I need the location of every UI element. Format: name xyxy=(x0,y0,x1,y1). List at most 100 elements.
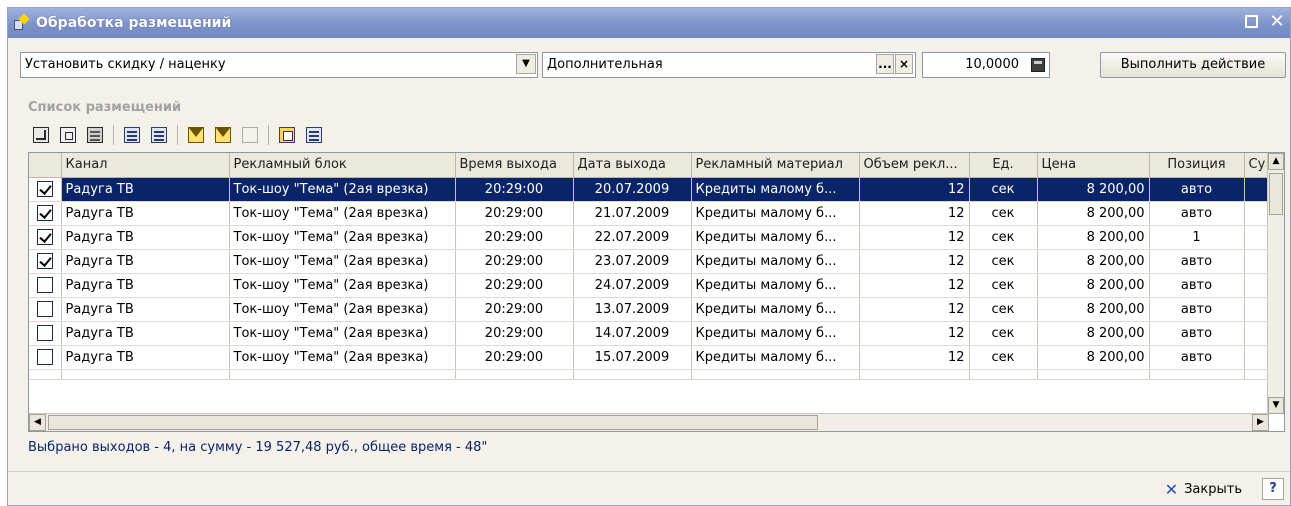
cell-sum xyxy=(1244,177,1271,202)
calculator-icon[interactable] xyxy=(1031,58,1045,72)
cell-channel: Радуга ТВ xyxy=(61,321,230,346)
header-block[interactable]: Рекламный блок xyxy=(229,153,456,178)
row-checkbox-cell[interactable] xyxy=(29,201,62,226)
header-position[interactable]: Позиция xyxy=(1149,153,1245,178)
app-icon xyxy=(12,13,30,32)
row-checkbox[interactable] xyxy=(36,325,53,341)
header-unit[interactable]: Ед. xyxy=(969,153,1038,178)
cell-date: 20.07.2009 xyxy=(573,177,692,202)
select-button[interactable]: ... xyxy=(876,54,894,74)
header-date[interactable]: Дата выхода xyxy=(573,153,692,178)
amount-field[interactable]: 10,0000 xyxy=(922,52,1050,78)
cell-channel: Радуга ТВ xyxy=(61,225,230,250)
cell-sum xyxy=(1244,297,1271,322)
row-checkbox[interactable] xyxy=(36,277,53,293)
cell-position: авто xyxy=(1149,201,1245,226)
close-icon: ✕ xyxy=(1164,480,1179,499)
header-check[interactable] xyxy=(29,153,62,178)
action-combo[interactable]: Установить скидку / наценку xyxy=(20,52,538,78)
cell-position: авто xyxy=(1149,321,1245,346)
table-row[interactable]: Радуга ТВ Ток-шоу "Тема" (2ая врезка) 20… xyxy=(29,297,1271,322)
title-bar: Обработка размещений ✕ xyxy=(8,8,1290,38)
cell-block: Ток-шоу "Тема" (2ая врезка) xyxy=(229,297,456,322)
copy-icon[interactable] xyxy=(57,124,79,146)
check-all-icon[interactable] xyxy=(30,124,52,146)
header-price[interactable]: Цена xyxy=(1037,153,1150,178)
edit-icon[interactable] xyxy=(276,124,298,146)
cell-price: 8 200,00 xyxy=(1037,345,1150,370)
row-checkbox-cell[interactable] xyxy=(29,177,62,202)
cell-block: Ток-шоу "Тема" (2ая врезка) xyxy=(229,225,456,250)
row-checkbox[interactable] xyxy=(36,349,53,365)
header-time[interactable]: Время выхода xyxy=(455,153,574,178)
cell-price: 8 200,00 xyxy=(1037,225,1150,250)
filter-icon[interactable] xyxy=(185,124,207,146)
row-checkbox-cell[interactable] xyxy=(29,321,62,346)
row-checkbox-cell[interactable] xyxy=(29,273,62,298)
cell-date: 14.07.2009 xyxy=(573,321,692,346)
table-row[interactable]: Радуга ТВ Ток-шоу "Тема" (2ая врезка) 20… xyxy=(29,321,1271,346)
header-channel[interactable]: Канал xyxy=(61,153,230,178)
close-button[interactable]: ✕ Закрыть xyxy=(1165,480,1242,499)
cell-channel: Радуга ТВ xyxy=(61,345,230,370)
cell-material: Кредиты малому б... xyxy=(691,177,860,202)
row-checkbox[interactable] xyxy=(36,181,53,197)
cell-material: Кредиты малому б... xyxy=(691,321,860,346)
type-combo[interactable]: Дополнительная xyxy=(542,52,916,78)
scroll-right-icon[interactable]: ▶ xyxy=(1252,414,1269,431)
row-checkbox[interactable] xyxy=(36,253,53,269)
grid-toolbar xyxy=(30,123,325,147)
row-checkbox[interactable] xyxy=(36,205,53,221)
vertical-scrollbar[interactable]: ▲ ▼ xyxy=(1267,153,1284,414)
cell-price: 8 200,00 xyxy=(1037,297,1150,322)
filter-edit-icon[interactable] xyxy=(212,124,234,146)
table-row[interactable]: Радуга ТВ Ток-шоу "Тема" (2ая врезка) 20… xyxy=(29,249,1271,274)
row-checkbox-cell[interactable] xyxy=(29,249,62,274)
cell-time: 20:29:00 xyxy=(455,345,574,370)
table-row[interactable]: Радуга ТВ Ток-шоу "Тема" (2ая врезка) 20… xyxy=(29,201,1271,226)
clear-button[interactable]: × xyxy=(895,54,913,74)
close-window-icon[interactable]: ✕ xyxy=(1268,12,1286,32)
help-icon[interactable]: ? xyxy=(1262,478,1284,500)
header-volume[interactable]: Объем рекл... xyxy=(859,153,970,178)
execute-action-button[interactable]: Выполнить действие xyxy=(1100,52,1286,78)
cell-time: 20:29:00 xyxy=(455,273,574,298)
row-checkbox-cell[interactable] xyxy=(29,225,62,250)
row-checkbox-cell[interactable] xyxy=(29,345,62,370)
row-checkbox-cell[interactable] xyxy=(29,369,62,380)
cell-channel xyxy=(61,369,230,380)
cell-unit xyxy=(969,369,1038,380)
cell-volume: 12 xyxy=(859,273,970,298)
row-checkbox-cell[interactable] xyxy=(29,297,62,322)
cell-unit: сек xyxy=(969,201,1038,226)
placements-grid[interactable]: Канал Рекламный блок Время выхода Дата в… xyxy=(28,152,1285,432)
row-checkbox[interactable] xyxy=(36,301,53,317)
cell-price: 8 200,00 xyxy=(1037,273,1150,298)
sort-asc-icon[interactable] xyxy=(121,124,143,146)
filter-clear-icon[interactable] xyxy=(239,124,261,146)
maximize-icon[interactable] xyxy=(1242,12,1260,32)
row-checkbox[interactable] xyxy=(36,229,53,245)
header-material[interactable]: Рекламный материал xyxy=(691,153,860,178)
cell-channel: Радуга ТВ xyxy=(61,273,230,298)
table-row[interactable]: Радуга ТВ Ток-шоу "Тема" (2ая врезка) 20… xyxy=(29,273,1271,298)
cell-time: 20:29:00 xyxy=(455,201,574,226)
table-row[interactable]: Радуга ТВ Ток-шоу "Тема" (2ая врезка) 20… xyxy=(29,225,1271,250)
vertical-scroll-thumb[interactable] xyxy=(1269,173,1283,215)
cell-price: 8 200,00 xyxy=(1037,249,1150,274)
cell-block: Ток-шоу "Тема" (2ая врезка) xyxy=(229,249,456,274)
table-row[interactable]: Радуга ТВ Ток-шоу "Тема" (2ая врезка) 20… xyxy=(29,345,1271,370)
scroll-up-icon[interactable]: ▲ xyxy=(1268,153,1284,170)
scroll-down-icon[interactable]: ▼ xyxy=(1268,397,1284,414)
list-icon[interactable] xyxy=(303,124,325,146)
columns-icon[interactable] xyxy=(84,124,106,146)
scroll-left-icon[interactable]: ◀ xyxy=(29,414,46,431)
header-sum[interactable]: Су xyxy=(1244,153,1271,178)
horizontal-scroll-thumb[interactable] xyxy=(48,415,818,430)
cell-sum xyxy=(1244,345,1271,370)
table-row[interactable]: Радуга ТВ Ток-шоу "Тема" (2ая врезка) 20… xyxy=(29,177,1271,202)
table-row-partial[interactable] xyxy=(29,369,1271,380)
dropdown-arrow-icon[interactable]: ▼ xyxy=(516,54,536,74)
sort-desc-icon[interactable] xyxy=(148,124,170,146)
horizontal-scrollbar[interactable]: ◀ ▶ xyxy=(29,413,1269,431)
